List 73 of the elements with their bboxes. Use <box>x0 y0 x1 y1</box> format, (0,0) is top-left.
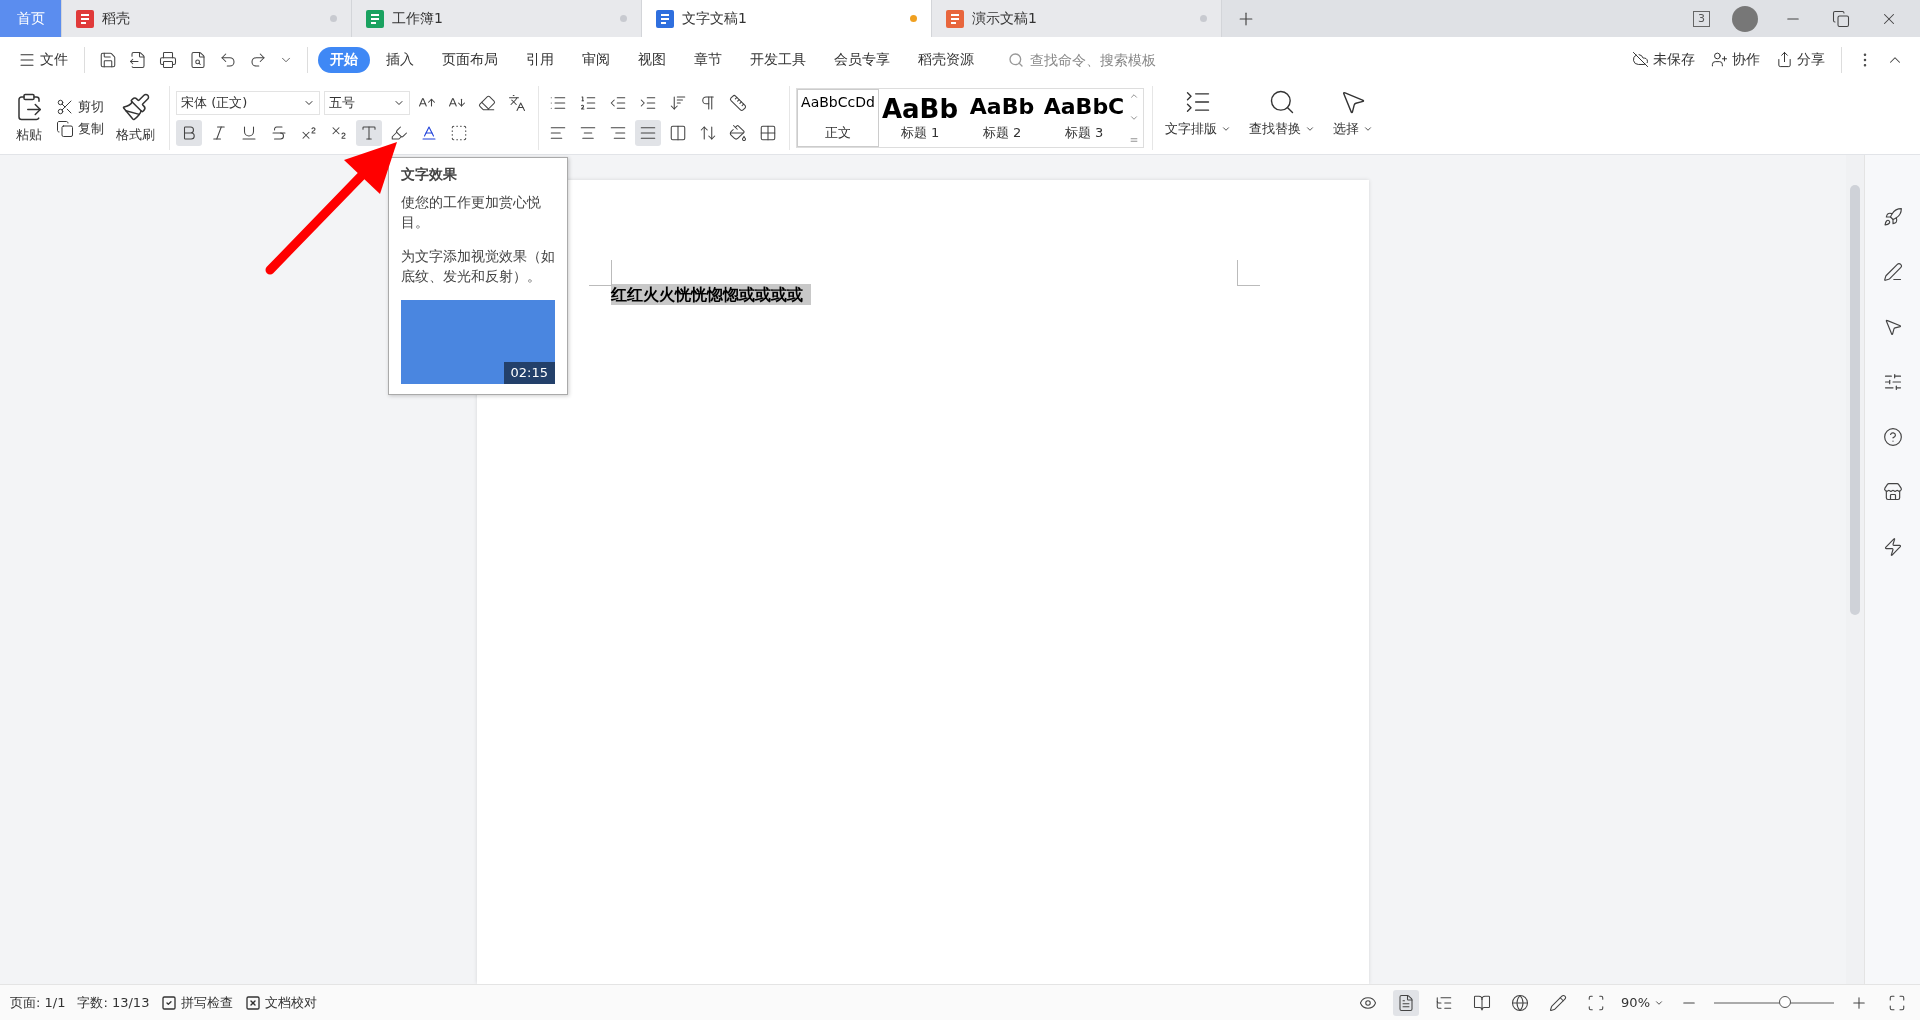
document-tab[interactable]: 工作簿1 <box>352 0 642 37</box>
style-option[interactable]: AaBbC 标题 3 <box>1043 89 1125 147</box>
menu-tab[interactable]: 视图 <box>626 46 678 73</box>
style-option[interactable]: AaBbCcDd 正文 <box>797 89 879 147</box>
bold-icon[interactable] <box>176 120 202 146</box>
video-thumbnail[interactable]: 02:15 <box>401 300 555 384</box>
scissors-icon <box>56 98 74 116</box>
document-tab[interactable]: 演示文稿1 <box>932 0 1222 37</box>
copy-button[interactable]: 复制 <box>56 120 104 138</box>
tooltip-text: 为文字添加视觉效果（如底纹、发光和反射）。 <box>401 247 555 286</box>
search-field[interactable]: 查找命令、搜索模板 <box>1008 50 1232 69</box>
cloud-icon <box>1632 51 1649 68</box>
caret-icon <box>1221 124 1231 134</box>
font-size-select[interactable]: 五号 <box>324 91 410 115</box>
menu-tab[interactable]: 审阅 <box>570 46 622 73</box>
spell-check-button[interactable]: 拼写检查 <box>161 993 234 1012</box>
caret-icon <box>1305 124 1315 134</box>
tooltip-title: 文字效果 <box>401 165 458 184</box>
document-text: 红红火火恍恍惚惚或或或或 <box>611 284 811 305</box>
format-painter-button[interactable]: 格式刷 <box>110 90 161 146</box>
document-tab[interactable]: 文字文稿1 <box>642 0 932 37</box>
align-justify-icon[interactable] <box>635 120 661 146</box>
paintbrush-icon <box>120 92 151 122</box>
proofread-icon <box>245 994 262 1011</box>
paste-button[interactable]: 粘贴 <box>8 90 50 146</box>
document-tab[interactable]: 稻壳 <box>62 0 352 37</box>
share-icon <box>1776 51 1793 68</box>
menu-tab[interactable]: 稻壳资源 <box>906 46 986 73</box>
menu-tab[interactable]: 会员专享 <box>822 46 902 73</box>
slider-thumb[interactable] <box>1779 995 1791 1008</box>
word-count[interactable]: 字数: 13/13 <box>77 993 150 1012</box>
page-view-icon[interactable] <box>1393 989 1420 1016</box>
menu-tab[interactable]: 页面布局 <box>430 46 510 73</box>
tooltip-text: 使您的工作更加赏心悦目。 <box>401 193 542 232</box>
style-option[interactable]: AaBb 标题 2 <box>961 89 1043 147</box>
action-button[interactable]: 分享 <box>1770 50 1831 69</box>
scrollbar-thumb[interactable] <box>1850 185 1860 615</box>
crop-mark <box>1237 260 1260 286</box>
caret-icon <box>1363 124 1373 134</box>
ribbon-button[interactable]: 文字排版 <box>1159 86 1237 150</box>
menu-tab[interactable]: 章节 <box>682 46 734 73</box>
ribbon-button[interactable]: 选择 <box>1327 86 1379 150</box>
menu-tab[interactable]: 引用 <box>514 46 566 73</box>
user-plus-icon <box>1711 51 1728 68</box>
ribbon-button[interactable]: 查找替换 <box>1243 86 1321 150</box>
search-icon <box>1008 51 1024 68</box>
status-dot <box>1200 15 1207 22</box>
cut-button[interactable]: 剪切 <box>56 98 104 116</box>
app-logo-icon <box>366 9 384 28</box>
window-count[interactable]: 3 <box>1693 10 1710 27</box>
search-icon <box>1268 88 1296 116</box>
zoom-select[interactable]: 90% <box>1621 995 1664 1010</box>
menu-tab[interactable]: 插入 <box>374 46 426 73</box>
app-logo-icon <box>76 9 94 28</box>
crop-mark <box>589 260 612 286</box>
avatar[interactable] <box>1732 5 1758 32</box>
action-button[interactable]: 协作 <box>1705 50 1766 69</box>
page-count: 页面: 1/1 <box>10 993 66 1012</box>
file-menu[interactable]: 文件 <box>12 50 74 69</box>
status-dot <box>620 15 627 22</box>
checkbox-icon <box>161 994 178 1011</box>
action-button[interactable]: 未保存 <box>1626 50 1701 69</box>
status-dot <box>330 15 337 22</box>
style-option[interactable]: AaBb 标题 1 <box>879 89 961 147</box>
menu-tab[interactable]: 开发工具 <box>738 46 818 73</box>
app-logo-icon <box>656 9 674 28</box>
video-duration: 02:15 <box>503 362 555 384</box>
font-select[interactable]: 宋体 (正文) <box>176 91 320 115</box>
status-dot <box>910 15 917 22</box>
app-logo-icon <box>946 9 964 28</box>
copy-icon <box>56 120 74 138</box>
proofread-button[interactable]: 文档校对 <box>245 993 318 1012</box>
text-effect-icon[interactable] <box>356 120 382 146</box>
